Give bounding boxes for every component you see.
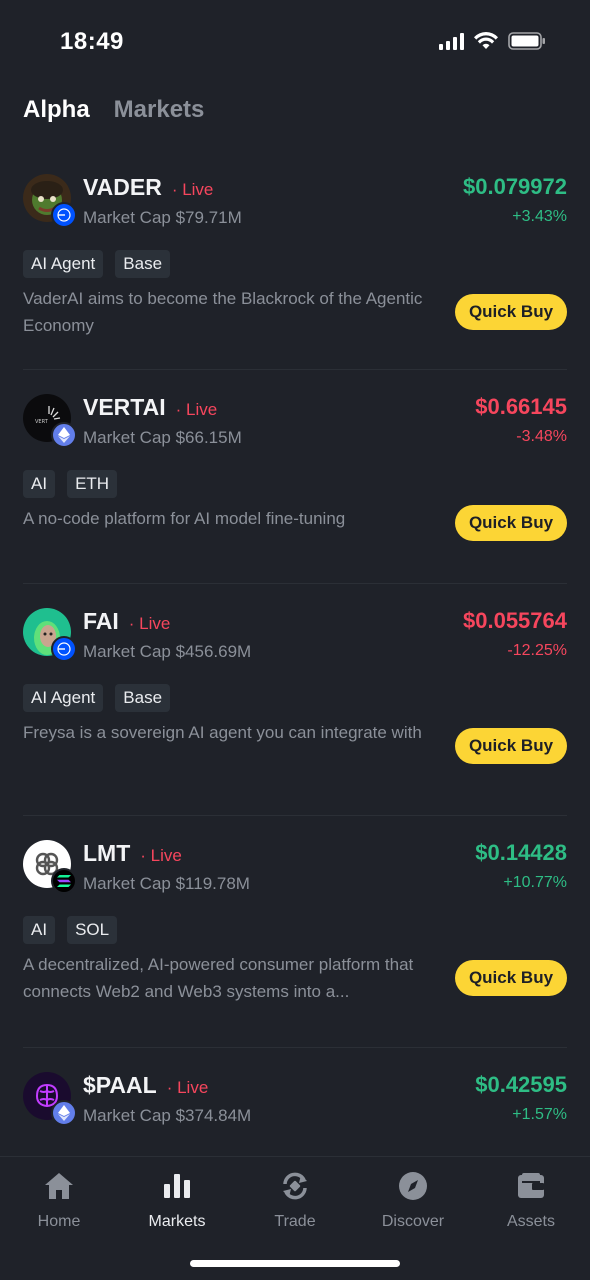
tag-list: AI ETH [23, 470, 118, 498]
token-card-vertai[interactable]: VERT VERTAI · Live Market Cap $66.15M $0… [23, 370, 567, 584]
token-avatar: VERT [23, 394, 77, 448]
tab-alpha[interactable]: Alpha [23, 96, 90, 124]
nav-assets[interactable]: Assets [472, 1169, 590, 1231]
token-avatar [23, 174, 77, 228]
token-name-row: $PAAL · Live [83, 1072, 208, 1099]
nav-label: Home [37, 1213, 81, 1230]
price-change: +3.43% [512, 208, 567, 225]
wallet-icon [472, 1169, 590, 1203]
token-description: VaderAI aims to become the Blackrock of … [23, 289, 423, 335]
wifi-icon [474, 32, 498, 50]
quick-buy-button[interactable]: Quick Buy [455, 505, 567, 541]
status-time: 18:49 [60, 28, 124, 55]
token-name: FAI [83, 608, 119, 634]
token-avatar [23, 1072, 77, 1126]
base-chain-icon [51, 202, 77, 228]
token-price: $0.055764 [463, 608, 567, 633]
status-icons [439, 32, 546, 50]
tab-markets[interactable]: Markets [114, 96, 205, 124]
battery-icon [508, 32, 546, 50]
token-description: Freysa is a sovereign AI agent you can i… [23, 723, 422, 742]
token-price: $0.14428 [475, 840, 567, 865]
tag: SOL [67, 916, 118, 944]
live-badge: · Live [166, 1078, 209, 1097]
live-badge: · Live [171, 180, 214, 199]
token-description: A no-code platform for AI model fine-tun… [23, 509, 346, 528]
tag: AI Agent [23, 250, 104, 278]
token-name-row: LMT · Live [83, 840, 182, 867]
quick-buy-button[interactable]: Quick Buy [455, 294, 567, 330]
token-description: A decentralized, AI-powered consumer pla… [23, 955, 414, 1001]
sol-chain-icon [51, 868, 77, 894]
nav-markets[interactable]: Markets [118, 1169, 236, 1231]
market-cap: Market Cap $456.69M [83, 642, 252, 661]
token-card-vader[interactable]: VADER · Live Market Cap $79.71M $0.07997… [23, 150, 567, 370]
tag: ETH [67, 470, 118, 498]
nav-home[interactable]: Home [0, 1169, 118, 1231]
token-price: $0.66145 [475, 394, 567, 419]
cellular-signal-icon [439, 32, 464, 50]
token-name-row: VADER · Live [83, 174, 213, 201]
home-icon [0, 1169, 118, 1203]
quick-buy-button[interactable]: Quick Buy [455, 728, 567, 764]
home-indicator[interactable] [190, 1260, 400, 1267]
price-change: +10.77% [503, 874, 567, 891]
price-change: -12.25% [507, 642, 567, 659]
token-name: LMT [83, 840, 131, 866]
token-card-paal[interactable]: $PAAL · Live Market Cap $374.84M $0.4259… [23, 1048, 567, 1156]
bar-chart-icon [118, 1169, 236, 1203]
token-list[interactable]: VADER · Live Market Cap $79.71M $0.07997… [0, 150, 590, 1156]
market-cap: Market Cap $374.84M [83, 1106, 252, 1125]
compass-icon [354, 1169, 472, 1203]
tag-list: AI SOL [23, 916, 118, 944]
token-price: $0.42595 [475, 1072, 567, 1097]
svg-text:VERT: VERT [35, 419, 49, 425]
token-name: $PAAL [83, 1072, 157, 1098]
tag-list: AI Agent Base [23, 250, 171, 278]
tag: Base [115, 684, 171, 712]
market-cap: Market Cap $79.71M [83, 208, 242, 227]
eth-chain-icon [51, 1100, 77, 1126]
eth-chain-icon [51, 422, 77, 448]
nav-label: Assets [506, 1213, 555, 1230]
tag: AI [23, 470, 56, 498]
token-name-row: VERTAI · Live [83, 394, 217, 421]
live-badge: · Live [140, 846, 182, 865]
token-avatar [23, 608, 77, 662]
tag: AI [23, 916, 56, 944]
live-badge: · Live [128, 614, 171, 633]
market-cap: Market Cap $66.15M [83, 428, 242, 447]
token-avatar [23, 840, 77, 894]
quick-buy-button[interactable]: Quick Buy [455, 960, 567, 996]
token-name-row: FAI · Live [83, 608, 170, 635]
status-bar: 18:49 [0, 0, 590, 88]
tag: Base [115, 250, 171, 278]
live-badge: · Live [175, 400, 218, 419]
base-chain-icon [51, 636, 77, 662]
market-cap: Market Cap $119.78M [83, 874, 250, 893]
nav-label: Discover [381, 1213, 445, 1230]
price-change: +1.57% [512, 1106, 567, 1123]
price-change: -3.48% [516, 428, 567, 445]
token-name: VERTAI [83, 394, 166, 420]
token-name: VADER [83, 174, 162, 200]
nav-trade[interactable]: Trade [236, 1169, 354, 1231]
trade-icon [236, 1169, 354, 1203]
token-card-fai[interactable]: FAI · Live Market Cap $456.69M $0.055764… [23, 584, 567, 816]
token-price: $0.079972 [463, 174, 567, 199]
top-tabs: Alpha Markets [23, 96, 204, 124]
tag: AI Agent [23, 684, 104, 712]
nav-label: Trade [274, 1213, 316, 1230]
token-card-lmt[interactable]: LMT · Live Market Cap $119.78M $0.14428 … [23, 816, 567, 1048]
nav-discover[interactable]: Discover [354, 1169, 472, 1231]
nav-label: Markets [148, 1213, 206, 1230]
tag-list: AI Agent Base [23, 684, 171, 712]
